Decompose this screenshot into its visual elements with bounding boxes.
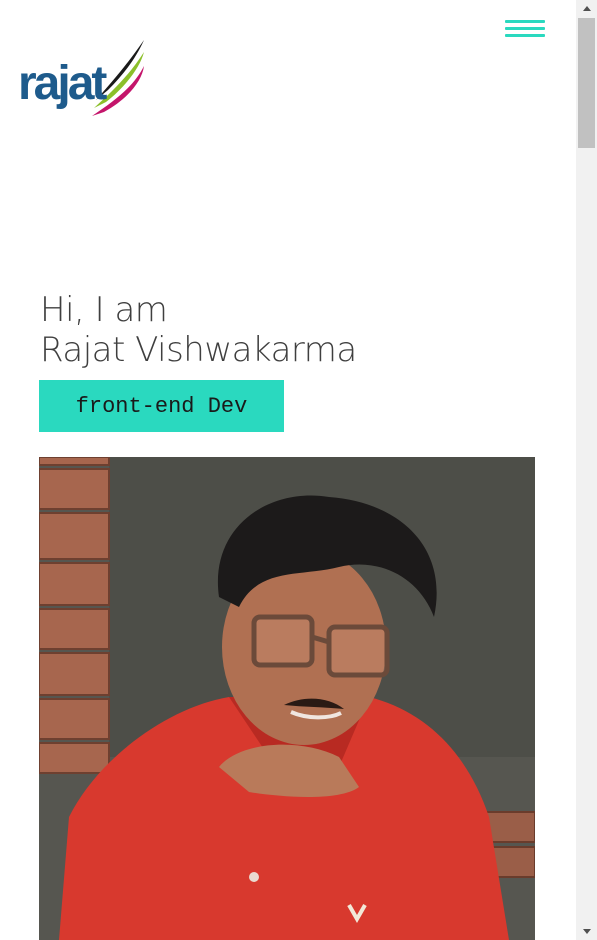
scroll-up-arrow-icon[interactable] xyxy=(576,0,597,17)
brick-wall xyxy=(39,457,110,774)
name-line: Rajat Vishwakarma xyxy=(40,330,357,370)
scrollbar-thumb[interactable] xyxy=(578,18,595,148)
vertical-scrollbar[interactable] xyxy=(576,0,597,940)
portrait-image xyxy=(39,457,535,940)
logo[interactable]: rajat xyxy=(16,38,148,126)
page: rajat Hi, I am Rajat Vishwakarma front-e… xyxy=(0,0,576,940)
hamburger-menu-icon[interactable] xyxy=(505,20,545,40)
hero-greeting: Hi, I am Rajat Vishwakarma xyxy=(40,290,357,370)
scroll-down-arrow-icon[interactable] xyxy=(576,923,597,940)
profile-photo xyxy=(39,457,535,940)
menu-bar xyxy=(505,27,545,30)
menu-bar xyxy=(505,34,545,37)
menu-bar xyxy=(505,20,545,23)
logo-text: rajat xyxy=(18,57,107,110)
greeting-line: Hi, I am xyxy=(40,290,168,330)
role-badge: front-end Dev xyxy=(39,380,284,432)
